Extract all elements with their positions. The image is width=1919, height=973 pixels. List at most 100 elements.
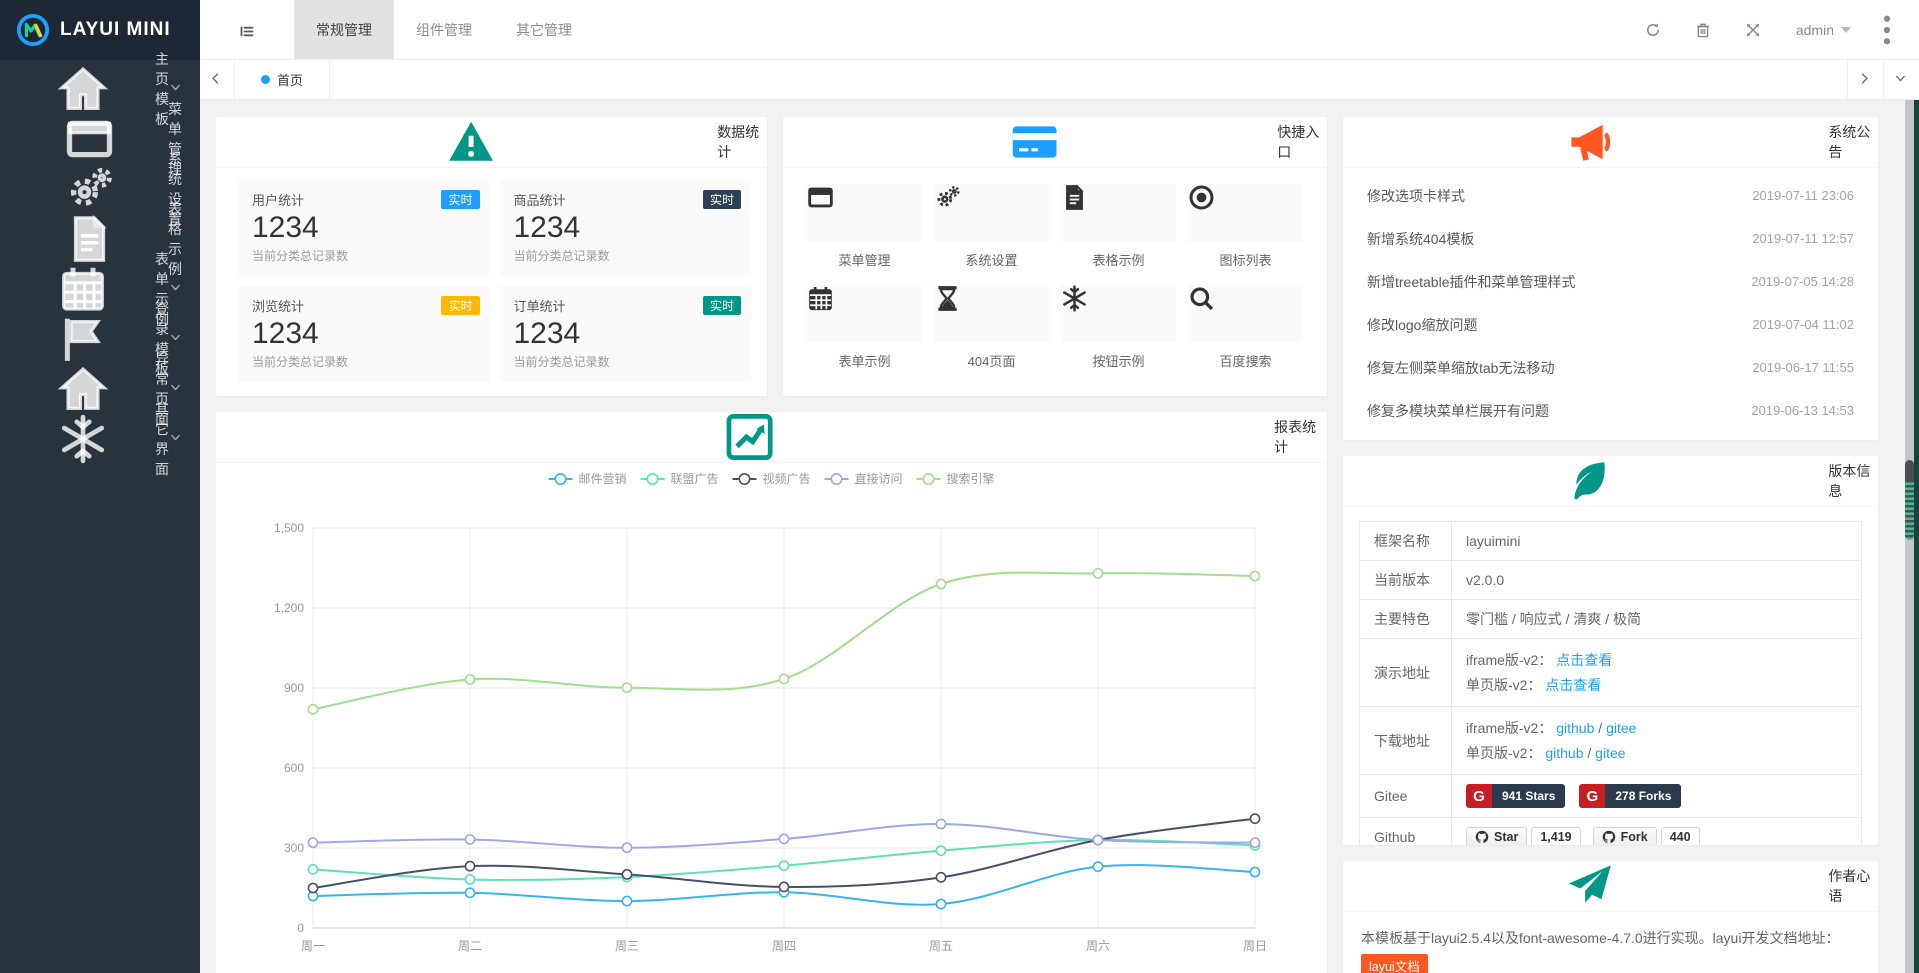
svg-text:600: 600 xyxy=(284,761,304,775)
page-scrollbar-thumb[interactable] xyxy=(1905,460,1914,540)
quick-entry-grid: 菜单管理 系统设置 表格示例 图标列表 表单示例 404页面 xyxy=(783,168,1327,370)
sidebar-item-other-ui[interactable]: 其它界面 xyxy=(0,414,200,464)
notice-item[interactable]: 新增treetable插件和菜单管理样式 2019-07-05 14:28 xyxy=(1367,260,1854,303)
status-badge: 实时 xyxy=(441,296,479,315)
notice-text: 新增系统404模板 xyxy=(1367,229,1474,249)
quick-item-icon-list[interactable]: 图标列表 xyxy=(1188,184,1303,269)
demo-prefix: iframe版-v2： xyxy=(1466,652,1556,668)
hourglass-icon xyxy=(934,285,1049,343)
quick-item-form-examples[interactable]: 表单示例 xyxy=(807,285,922,370)
card-header: 版本信息 xyxy=(1343,456,1878,507)
brand-title: LAYUI MINI xyxy=(60,19,171,41)
svg-text:900: 900 xyxy=(284,681,304,695)
download-prefix: 单页版-v2： xyxy=(1466,745,1545,761)
notice-item[interactable]: 修复左侧菜单缩放tab无法移动 2019-06-17 11:55 xyxy=(1367,346,1854,389)
quick-label: 系统设置 xyxy=(934,250,1049,269)
chevron-down-icon xyxy=(169,81,182,97)
stat-box-products[interactable]: 商品统计 1234 当前分类总记录数 实时 xyxy=(500,180,752,276)
sidebar-item-error-pages[interactable]: 异常页面 xyxy=(0,364,200,414)
quick-item-menu-management[interactable]: 菜单管理 xyxy=(807,184,922,269)
status-badge: 实时 xyxy=(441,190,479,209)
quick-item-system-settings[interactable]: 系统设置 xyxy=(934,184,1049,269)
tab-bar-right-controls xyxy=(1847,60,1919,99)
notice-date: 2019-06-13 14:53 xyxy=(1751,403,1854,418)
svg-text:周日: 周日 xyxy=(1243,939,1267,953)
download-link-github[interactable]: github xyxy=(1545,745,1583,761)
tab-scroll-right-button[interactable] xyxy=(1847,60,1883,99)
svg-text:1,200: 1,200 xyxy=(274,601,304,615)
sidebar-item-table-examples[interactable]: 表格示例 xyxy=(0,214,200,264)
notice-text: 修改选项卡样式 xyxy=(1367,186,1465,206)
author-line1: 本模板基于layui2.5.4以及font-awesome-4.7.0进行实现。… xyxy=(1361,930,1839,946)
card-title: 版本信息 xyxy=(1828,461,1878,501)
more-options-button[interactable] xyxy=(1869,0,1905,60)
quick-item-404-page[interactable]: 404页面 xyxy=(934,285,1049,370)
gitee-logo-icon: G xyxy=(1466,784,1492,808)
svg-text:周五: 周五 xyxy=(929,939,953,953)
chevron-down-icon xyxy=(1894,72,1910,88)
window-icon xyxy=(20,114,159,164)
refresh-button[interactable] xyxy=(1628,0,1678,60)
card-quick-entry: 快捷入口 菜单管理 系统设置 表格示例 图标列表 表单示例 xyxy=(783,117,1327,396)
download-link-gitee[interactable]: gitee xyxy=(1595,745,1625,761)
username: admin xyxy=(1796,22,1834,38)
quick-item-baidu-search[interactable]: 百度搜索 xyxy=(1188,285,1303,370)
sidebar-item-login-templates[interactable]: 登录模板 xyxy=(0,314,200,364)
report-line-chart[interactable]: 周一周二周三周四周五周六周日03006009001,2001,500邮件营销联盟… xyxy=(216,464,1327,973)
stat-value: 1234 xyxy=(514,315,738,353)
clear-cache-button[interactable] xyxy=(1678,0,1728,60)
quick-item-table-examples[interactable]: 表格示例 xyxy=(1061,184,1176,269)
tab-operations-button[interactable] xyxy=(1883,60,1919,99)
logo[interactable]: LAYUI MINI xyxy=(0,0,200,60)
stat-box-orders[interactable]: 订单统计 1234 当前分类总记录数 实时 xyxy=(500,286,752,382)
demo-link-iframe[interactable]: 点击查看 xyxy=(1556,652,1612,668)
github-fork-count[interactable]: 440 xyxy=(1661,827,1700,845)
stat-box-views[interactable]: 浏览统计 1234 当前分类总记录数 实时 xyxy=(238,286,490,382)
sidebar-menu: 主页模板 菜单管理 系统设置 表格示例 表单示例 登录模板 异常页面 xyxy=(0,60,200,464)
notice-item[interactable]: 修改logo缩放问题 2019-07-04 11:02 xyxy=(1367,303,1854,346)
notice-item[interactable]: 新增系统404模板 2019-07-11 12:57 xyxy=(1367,217,1854,260)
download-link-github[interactable]: github xyxy=(1556,720,1594,736)
collapse-sidebar-button[interactable] xyxy=(200,0,294,59)
stat-value: 1234 xyxy=(252,209,476,247)
demo-link-spa[interactable]: 点击查看 xyxy=(1545,677,1601,693)
svg-text:直接访问: 直接访问 xyxy=(855,471,903,486)
row-label: 演示地址 xyxy=(1360,639,1452,707)
svg-text:周一: 周一 xyxy=(301,939,325,953)
gitee-forks-count: 278 Forks xyxy=(1605,784,1681,808)
tab-home[interactable]: 首页 xyxy=(235,60,330,99)
fullscreen-button[interactable] xyxy=(1728,0,1778,60)
notice-item[interactable]: 修改选项卡样式 2019-07-11 23:06 xyxy=(1367,174,1854,217)
github-star-button[interactable]: Star xyxy=(1466,827,1527,845)
version-number: v2.0.0 xyxy=(1452,561,1862,600)
tab-scroll-left-button[interactable] xyxy=(200,60,235,99)
flag-icon xyxy=(20,314,146,364)
github-star-count[interactable]: 1,419 xyxy=(1531,827,1580,845)
download-link-gitee[interactable]: gitee xyxy=(1606,720,1636,736)
header-tab-other[interactable]: 其它管理 xyxy=(494,0,594,59)
svg-text:300: 300 xyxy=(284,841,304,855)
gitee-logo-icon: G xyxy=(1579,784,1605,808)
table-row: 主要特色 零门槛 / 响应式 / 清爽 / 极简 xyxy=(1360,600,1862,639)
gears-icon xyxy=(934,184,1049,242)
notice-item[interactable]: 修复多模块菜单栏展开有问题 2019-06-13 14:53 xyxy=(1367,389,1854,432)
tab-home-label: 首页 xyxy=(277,70,303,89)
gitee-stars-badge[interactable]: G 941 Stars xyxy=(1466,784,1565,808)
github-fork-button[interactable]: Fork xyxy=(1593,827,1657,845)
user-dropdown[interactable]: admin xyxy=(1778,0,1869,60)
quick-item-button-examples[interactable]: 按钮示例 xyxy=(1061,285,1176,370)
chevron-down-icon xyxy=(169,331,182,347)
github-badges: Star 1,419 Fork 440 xyxy=(1466,827,1847,845)
stat-box-users[interactable]: 用户统计 1234 当前分类总记录数 实时 xyxy=(238,180,490,276)
gears-icon xyxy=(20,164,159,214)
row-label: 主要特色 xyxy=(1360,600,1452,639)
quick-label: 表格示例 xyxy=(1061,250,1176,269)
gitee-badges: G 941 Stars G 278 Forks xyxy=(1466,784,1847,808)
header-tab-components[interactable]: 组件管理 xyxy=(394,0,494,59)
gitee-forks-badge[interactable]: G 278 Forks xyxy=(1579,784,1681,808)
header-tab-general[interactable]: 常规管理 xyxy=(294,0,394,59)
layui-doc-badge[interactable]: layui文档 xyxy=(1361,954,1428,973)
svg-text:周六: 周六 xyxy=(1086,939,1110,953)
framework-name: layuimini xyxy=(1452,522,1862,561)
card-title: 系统公告 xyxy=(1828,122,1878,162)
